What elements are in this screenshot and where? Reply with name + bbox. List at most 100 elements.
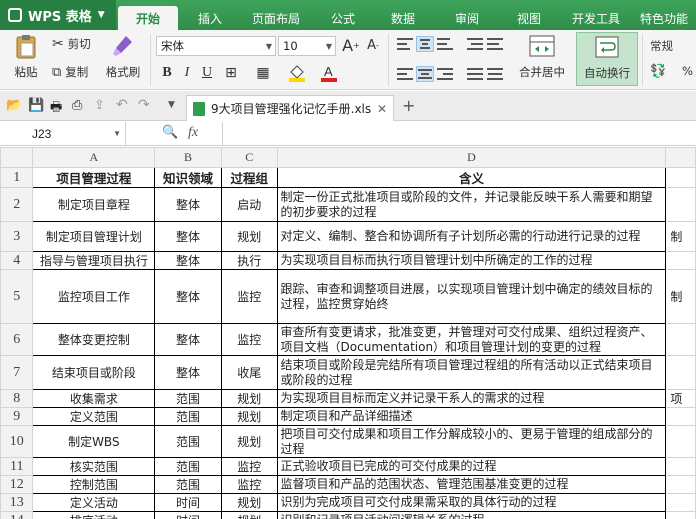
- cell-d[interactable]: 识别为完成项目可交付成果需采取的具体行动的过程: [276, 493, 667, 512]
- cell-a[interactable]: 整体变更控制: [32, 323, 156, 356]
- outdent-button[interactable]: [486, 36, 504, 52]
- align-left-button[interactable]: [396, 66, 414, 82]
- bold-button[interactable]: B: [158, 64, 176, 82]
- cell-a[interactable]: 控制范围: [32, 475, 156, 494]
- cell-a[interactable]: 制定项目管理计划: [32, 221, 156, 252]
- row-header[interactable]: 9: [0, 407, 34, 426]
- row-header[interactable]: 7: [0, 355, 34, 390]
- cell-d[interactable]: 为实现项目目标而定义并记录干系人的需求的过程: [276, 389, 667, 408]
- cell-c[interactable]: 监控: [220, 457, 278, 476]
- tab-5[interactable]: 数据: [374, 6, 432, 30]
- export-icon[interactable]: ⇪: [94, 98, 105, 113]
- column-header[interactable]: D: [276, 147, 667, 168]
- number-format-select[interactable]: 常规: [650, 38, 673, 54]
- cell-b[interactable]: 整体: [154, 355, 222, 390]
- copy-button[interactable]: ⧉ 复制: [52, 64, 88, 80]
- cell-a[interactable]: 定义活动: [32, 493, 156, 512]
- row-header[interactable]: 13: [0, 493, 34, 512]
- underline-button[interactable]: U: [198, 64, 216, 82]
- redo-icon[interactable]: ↷: [138, 97, 150, 113]
- wrap-text-button[interactable]: 自动换行: [576, 32, 638, 86]
- cell-c[interactable]: 监控: [220, 269, 278, 324]
- name-box[interactable]: J23 ▼: [0, 122, 126, 145]
- cell-c[interactable]: 执行: [220, 251, 278, 270]
- cell-e[interactable]: [665, 475, 696, 494]
- indent-button[interactable]: [466, 36, 484, 52]
- cell-d[interactable]: 对定义、编制、整合和协调所有子计划所必需的行动进行记录的过程: [276, 221, 667, 252]
- cell-d[interactable]: 把项目可交付成果和项目工作分解成较小的、更易于管理的组成部分的过程: [276, 425, 667, 458]
- cell-d[interactable]: 监督项目和产品的范围状态、管理范围基准变更的过程: [276, 475, 667, 494]
- cell-a[interactable]: 制定项目章程: [32, 187, 156, 222]
- tab-4[interactable]: 公式: [314, 6, 372, 30]
- fill-color-button[interactable]: [288, 64, 306, 82]
- cell-d[interactable]: 制定项目和产品详细描述: [276, 407, 667, 426]
- align-right-button[interactable]: [436, 66, 454, 82]
- cell-a[interactable]: 结束项目或阶段: [32, 355, 156, 390]
- cell-d[interactable]: 结束项目或阶段是完结所有项目管理过程组的所有活动以正式结束项目或阶段的过程: [276, 355, 667, 390]
- row-header[interactable]: 1: [0, 167, 34, 188]
- cell-c[interactable]: 收尾: [220, 355, 278, 390]
- close-icon[interactable]: ✕: [377, 102, 387, 116]
- header-cell[interactable]: 项目管理过程: [32, 167, 156, 188]
- column-header[interactable]: C: [220, 147, 278, 168]
- cell-e[interactable]: [665, 187, 696, 222]
- align-middle-button[interactable]: [416, 36, 434, 52]
- new-tab-icon[interactable]: +: [402, 96, 415, 115]
- cell-b[interactable]: 时间: [154, 511, 222, 519]
- column-header[interactable]: A: [32, 147, 156, 168]
- cell-d[interactable]: 正式验收项目已完成的可交付成果的过程: [276, 457, 667, 476]
- open-folder-icon[interactable]: 📂: [6, 98, 22, 113]
- cell-a[interactable]: 核实范围: [32, 457, 156, 476]
- undo-icon[interactable]: ↶: [116, 97, 128, 113]
- merge-center-button[interactable]: 合并居中: [512, 34, 572, 80]
- column-header[interactable]: [665, 147, 696, 168]
- cell-c[interactable]: 规划: [220, 511, 278, 519]
- align-top-button[interactable]: [396, 36, 414, 52]
- cell-c[interactable]: 规划: [220, 493, 278, 512]
- cell-c[interactable]: 规划: [220, 221, 278, 252]
- cell-b[interactable]: 整体: [154, 269, 222, 324]
- header-cell[interactable]: 含义: [276, 167, 667, 188]
- cell-b[interactable]: 整体: [154, 221, 222, 252]
- fx-icon[interactable]: fx: [188, 125, 198, 141]
- format-painter-button[interactable]: 格式刷: [104, 34, 142, 80]
- row-header[interactable]: 3: [0, 221, 34, 252]
- header-cell[interactable]: 知识领域: [154, 167, 222, 188]
- cell-d[interactable]: 制定一份正式批准项目或阶段的文件，并记录能反映干系人需要和期望的初步要求的过程: [276, 187, 667, 222]
- cell-e[interactable]: 项: [665, 389, 696, 408]
- cell-e[interactable]: 制: [665, 269, 696, 324]
- cell-d[interactable]: 识别和记录项目活动间逻辑关系的过程: [276, 511, 667, 519]
- cell-b[interactable]: 范围: [154, 457, 222, 476]
- tab-1[interactable]: 开始: [118, 6, 178, 30]
- document-tab[interactable]: 9大项目管理强化记忆手册.xls ✕: [186, 95, 394, 121]
- cell-c[interactable]: 规划: [220, 407, 278, 426]
- cell-e[interactable]: [665, 407, 696, 426]
- tab-7[interactable]: 视图: [500, 6, 558, 30]
- align-bottom-button[interactable]: [436, 36, 454, 52]
- currency-button[interactable]: 💱: [650, 64, 666, 79]
- shrink-font-button[interactable]: A-: [364, 36, 382, 54]
- cell-e[interactable]: [665, 457, 696, 476]
- grow-font-button[interactable]: A +: [342, 36, 360, 55]
- chevron-down-icon[interactable]: ▼: [168, 100, 175, 110]
- distributed-button[interactable]: [486, 66, 504, 82]
- cell-b[interactable]: 时间: [154, 493, 222, 512]
- cell-e[interactable]: 制: [665, 221, 696, 252]
- cell-b[interactable]: 范围: [154, 407, 222, 426]
- header-cell[interactable]: 过程组: [220, 167, 278, 188]
- tab-3[interactable]: 页面布局: [240, 6, 312, 30]
- print-icon[interactable]: ⎙: [72, 98, 82, 113]
- cell-e[interactable]: [665, 251, 696, 270]
- cell-c[interactable]: 监控: [220, 475, 278, 494]
- cell-a[interactable]: 指导与管理项目执行: [32, 251, 156, 270]
- tab-9[interactable]: 特色功能: [632, 6, 696, 30]
- cell-b[interactable]: 范围: [154, 389, 222, 408]
- cell-c[interactable]: 启动: [220, 187, 278, 222]
- italic-button[interactable]: I: [178, 64, 196, 82]
- percent-button[interactable]: %: [682, 64, 693, 78]
- row-header[interactable]: 2: [0, 187, 34, 222]
- cell-a[interactable]: 监控项目工作: [32, 269, 156, 324]
- select-all-corner[interactable]: [0, 147, 34, 168]
- font-color-button[interactable]: A: [320, 64, 338, 82]
- row-header[interactable]: 8: [0, 389, 34, 408]
